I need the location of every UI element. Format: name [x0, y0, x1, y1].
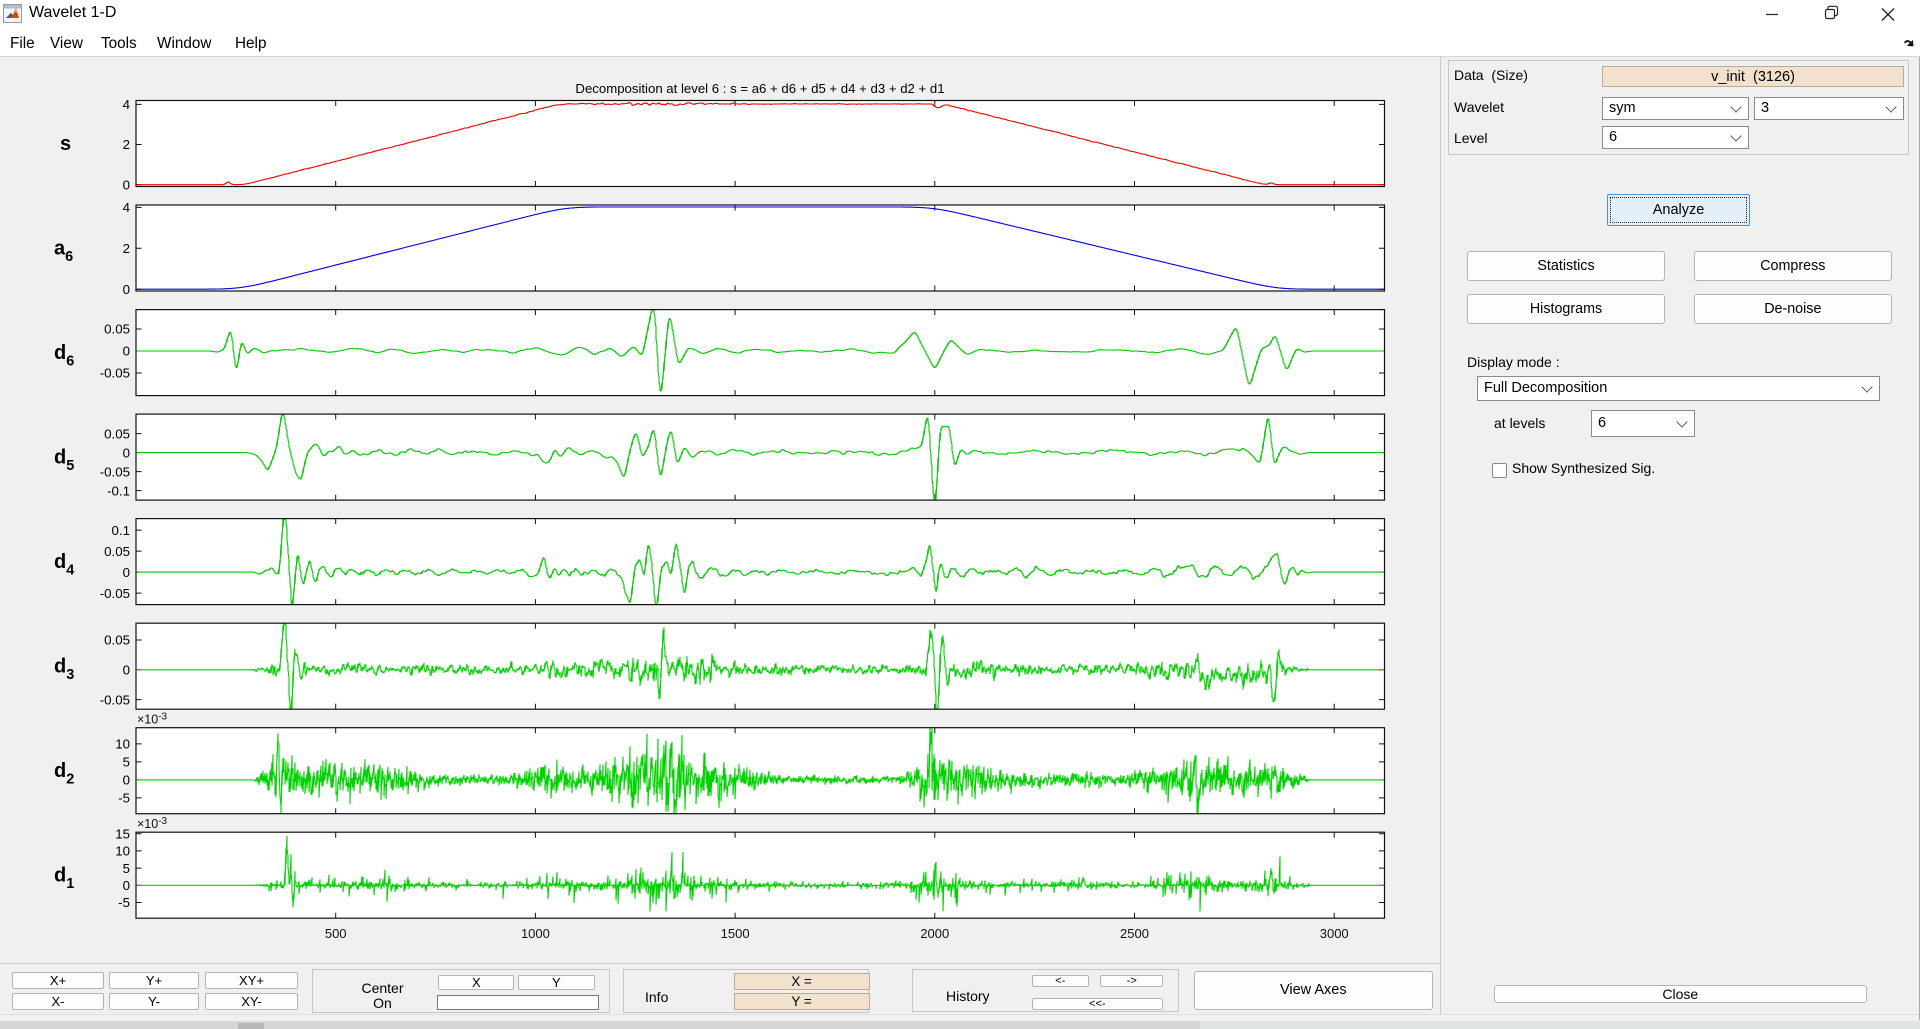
svg-text:2000: 2000 — [920, 926, 949, 941]
svg-text:2: 2 — [123, 241, 130, 256]
svg-text:-0.1: -0.1 — [107, 483, 130, 498]
svg-text:0.05: 0.05 — [104, 544, 130, 559]
svg-text:d1: d1 — [54, 865, 74, 893]
svg-text:d3: d3 — [54, 656, 74, 684]
svg-text:-5: -5 — [118, 895, 130, 910]
svg-text:-0.05: -0.05 — [100, 586, 130, 601]
svg-text:s: s — [60, 133, 71, 155]
svg-text:10: 10 — [115, 844, 130, 859]
svg-text:0.05: 0.05 — [104, 322, 130, 337]
svg-text:0: 0 — [123, 773, 130, 788]
svg-text:0: 0 — [123, 565, 130, 580]
svg-text:d4: d4 — [54, 551, 74, 579]
svg-text:4: 4 — [123, 200, 130, 215]
svg-text:2: 2 — [123, 137, 130, 152]
svg-text:0: 0 — [123, 282, 130, 297]
svg-text:0: 0 — [123, 177, 130, 192]
svg-text:15: 15 — [115, 826, 130, 841]
svg-text:-0.05: -0.05 — [100, 464, 130, 479]
svg-text:×10-3: ×10-3 — [137, 712, 168, 727]
svg-text:0: 0 — [123, 663, 130, 678]
svg-text:2500: 2500 — [1120, 926, 1149, 941]
svg-text:d2: d2 — [54, 760, 74, 788]
svg-text:0: 0 — [123, 445, 130, 460]
svg-text:500: 500 — [325, 926, 347, 941]
svg-text:×10-3: ×10-3 — [137, 816, 168, 831]
svg-text:0.05: 0.05 — [104, 633, 130, 648]
svg-text:-0.05: -0.05 — [100, 366, 130, 381]
svg-text:10: 10 — [115, 737, 130, 752]
svg-text:0.1: 0.1 — [112, 523, 131, 538]
svg-text:3000: 3000 — [1320, 926, 1349, 941]
svg-text:4: 4 — [123, 97, 130, 112]
svg-text:0: 0 — [123, 344, 130, 359]
svg-text:-0.05: -0.05 — [100, 692, 130, 707]
svg-text:0: 0 — [123, 878, 130, 893]
svg-text:-5: -5 — [118, 791, 130, 806]
svg-text:d6: d6 — [54, 342, 74, 370]
svg-text:1000: 1000 — [521, 926, 550, 941]
svg-text:a6: a6 — [54, 238, 73, 266]
svg-text:d5: d5 — [54, 447, 74, 475]
svg-text:5: 5 — [123, 755, 130, 770]
svg-text:5: 5 — [123, 861, 130, 876]
svg-text:0.05: 0.05 — [104, 426, 130, 441]
svg-text:Decomposition at level 6 : s =: Decomposition at level 6 : s = a6 + d6 +… — [575, 81, 944, 96]
svg-text:1500: 1500 — [721, 926, 750, 941]
